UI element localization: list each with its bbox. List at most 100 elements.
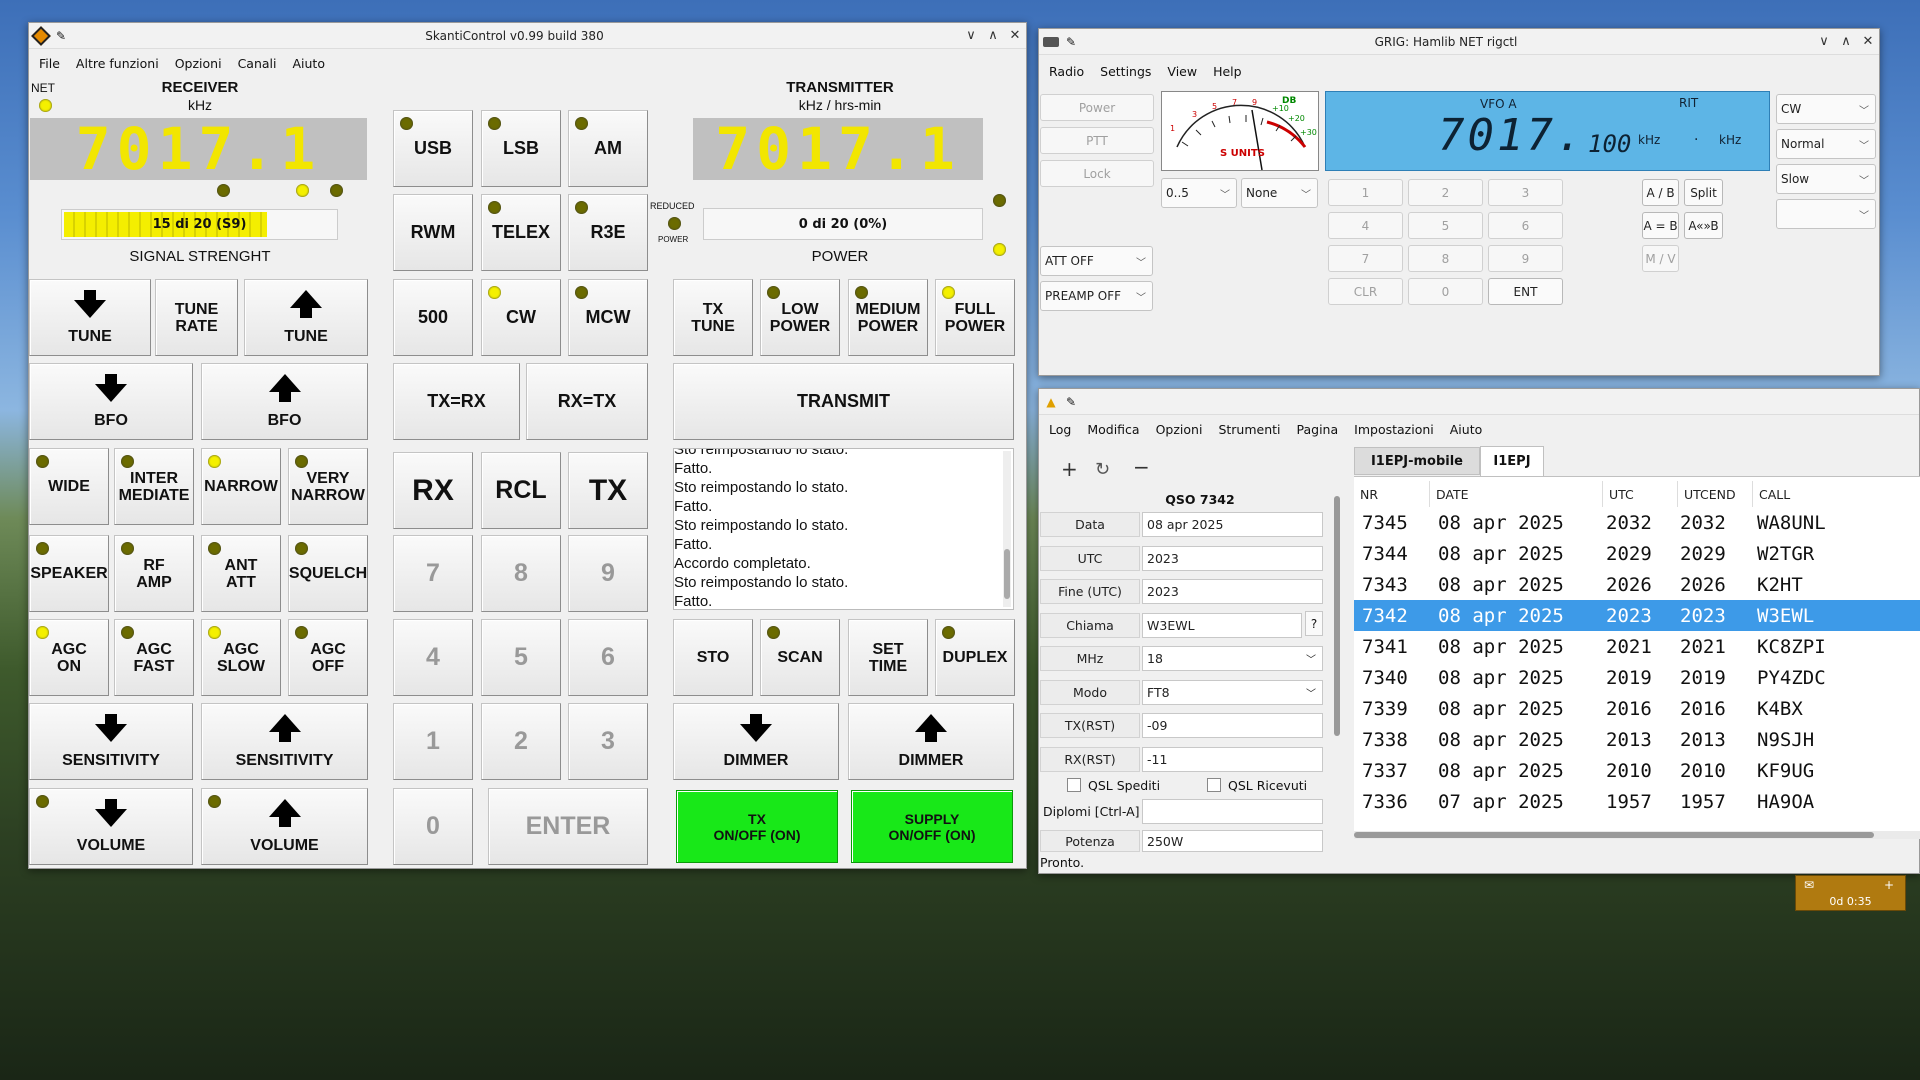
menu-view[interactable]: View [1159,61,1205,83]
supply-onoff-button[interactable]: SUPPLY ON/OFF (ON) [851,790,1013,863]
keypad-1[interactable]: 1 [1328,179,1403,206]
table-row[interactable]: 7343 08 apr 2025 2026 2026 K2HT [1354,569,1920,600]
tx-eq-rx-button[interactable]: TX=RX [393,363,520,440]
tune-rate-button[interactable]: TUNE RATE [155,279,238,356]
keypad-0[interactable]: 0 [1408,278,1483,305]
menu-impostazioni[interactable]: Impostazioni [1346,419,1442,441]
menu-altre-funzioni[interactable]: Altre funzioni [68,53,167,75]
table-row[interactable]: 7340 08 apr 2025 2019 2019 PY4ZDC [1354,662,1920,693]
field-input-data[interactable]: 08 apr 2025 [1142,512,1323,537]
mode-am-button[interactable]: AM [568,110,648,187]
mode-usb-button[interactable]: USB [393,110,473,187]
table-hscrollbar[interactable] [1354,831,1920,839]
tx-tune-button[interactable]: TX TUNE [673,279,753,356]
range-select[interactable]: 0..5 ﹀ [1161,178,1237,208]
key-5[interactable]: 5 [481,619,561,696]
field-input-utc[interactable]: 2023 [1142,545,1323,571]
mode-cw-button[interactable]: CW [481,279,561,356]
field-input-rx-rst-[interactable]: -11 [1142,746,1323,772]
menu-pagina[interactable]: Pagina [1289,419,1347,441]
qsl-sent-checkbox[interactable] [1067,778,1081,792]
potenza-input[interactable]: 250W [1142,830,1323,852]
key-8[interactable]: 8 [481,535,561,612]
minimize-icon[interactable]: ∨ [960,28,982,43]
a-eq-b-button[interactable]: A = B [1642,212,1679,239]
maximize-icon[interactable]: ∧ [1835,34,1857,49]
menu-aiuto[interactable]: Aiuto [1442,419,1491,441]
keypad-3[interactable]: 3 [1488,179,1563,206]
rx-eq-tx-button[interactable]: RX=TX [526,363,648,440]
menu-opzioni[interactable]: Opzioni [1148,419,1211,441]
medium-power-button[interactable]: MEDIUM POWER [848,279,928,356]
field-input-tx-rst-[interactable]: -09 [1142,713,1323,738]
rcl-button[interactable]: RCL [481,452,561,529]
a-swap-b-button[interactable]: A«»B [1684,212,1723,239]
table-row[interactable]: 7337 08 apr 2025 2010 2010 KF9UG [1354,755,1920,786]
agc-on-button[interactable]: AGC ON [29,619,109,696]
mode-lsb-button[interactable]: LSB [481,110,561,187]
wide-button[interactable]: WIDE [29,448,109,525]
sensitivity-up-button[interactable]: SENSITIVITY [201,703,368,780]
key-0[interactable]: 0 [393,788,473,865]
key-2[interactable]: 2 [481,703,561,780]
filter-select[interactable]: Normal ﹀ [1776,129,1876,159]
minimize-icon[interactable]: ∨ [1813,34,1835,49]
agc-slow-button[interactable]: AGC SLOW [201,619,281,696]
key-7[interactable]: 7 [393,535,473,612]
agc-off-button[interactable]: AGC OFF [288,619,368,696]
very-narrow-button[interactable]: VERY NARROW [288,448,368,525]
pin-icon[interactable]: ✎ [53,28,69,44]
split-button[interactable]: Split [1684,179,1723,206]
narrow-button[interactable]: NARROW [201,448,281,525]
ptt-button[interactable]: PTT [1040,127,1154,154]
squelch-button[interactable]: SQUELCH [288,535,368,612]
sto-button[interactable]: STO [673,619,753,696]
keypad-5[interactable]: 5 [1408,212,1483,239]
bfo-down-button[interactable]: BFO [29,363,193,440]
agc-fast-button[interactable]: AGC FAST [114,619,194,696]
menu-file[interactable]: File [31,53,68,75]
key-9[interactable]: 9 [568,535,648,612]
none-select[interactable]: None ﹀ [1241,178,1318,208]
keypad-2[interactable]: 2 [1408,179,1483,206]
rf-amp-button[interactable]: RF AMP [114,535,194,612]
tray-widget[interactable]: ✉ + 0d 0:35 [1795,875,1906,911]
field-input-modo[interactable]: FT8 ﹀ [1142,679,1323,705]
full-power-button[interactable]: FULL POWER [935,279,1015,356]
table-row[interactable]: 7344 08 apr 2025 2029 2029 W2TGR [1354,538,1920,569]
maximize-icon[interactable]: ∧ [982,28,1004,43]
menu-canali[interactable]: Canali [230,53,285,75]
header-call[interactable]: CALL [1753,481,1920,507]
lock-button[interactable]: Lock [1040,160,1154,187]
tune-down-button[interactable]: TUNE [29,279,151,356]
volume-down-button[interactable]: VOLUME [29,788,193,865]
pin-icon[interactable]: ✎ [1063,34,1079,50]
scan-button[interactable]: SCAN [760,619,840,696]
mode-mcw-button[interactable]: MCW [568,279,648,356]
mode-select[interactable]: CW ﹀ [1776,94,1876,124]
keypad-6[interactable]: 6 [1488,212,1563,239]
low-power-button[interactable]: LOW POWER [760,279,840,356]
preamp-select[interactable]: PREAMP OFF ﹀ [1040,281,1153,311]
grig-titlebar[interactable]: ✎ GRIG: Hamlib NET rigctl ∨ ∧ ✕ [1039,29,1879,55]
menu-modifica[interactable]: Modifica [1079,419,1147,441]
menu-radio[interactable]: Radio [1041,61,1092,83]
table-row[interactable]: 7345 08 apr 2025 2032 2032 WA8UNL [1354,507,1920,538]
table-row[interactable]: 7342 08 apr 2025 2023 2023 W3EWL [1354,600,1920,631]
volume-up-button[interactable]: VOLUME [201,788,368,865]
tab-i1epj-mobile[interactable]: I1EPJ-mobile [1354,447,1480,475]
bfo-up-button[interactable]: BFO [201,363,368,440]
tx-button[interactable]: TX [568,452,648,529]
menu-log[interactable]: Log [1041,419,1079,441]
table-row[interactable]: 7338 08 apr 2025 2013 2013 N9SJH [1354,724,1920,755]
close-icon[interactable]: ✕ [1857,34,1879,49]
a-b-button[interactable]: A / B [1642,179,1679,206]
key-1[interactable]: 1 [393,703,473,780]
diplomi-input[interactable] [1142,799,1323,824]
keypad-ent[interactable]: ENT [1488,278,1563,305]
mode-telex-button[interactable]: TELEX [481,194,561,271]
field-input-fine-utc-[interactable]: 2023 [1142,579,1323,604]
tune-up-button[interactable]: TUNE [244,279,368,356]
header-nr[interactable]: NR [1354,481,1430,507]
message-log-scrollbar[interactable] [1003,451,1011,607]
